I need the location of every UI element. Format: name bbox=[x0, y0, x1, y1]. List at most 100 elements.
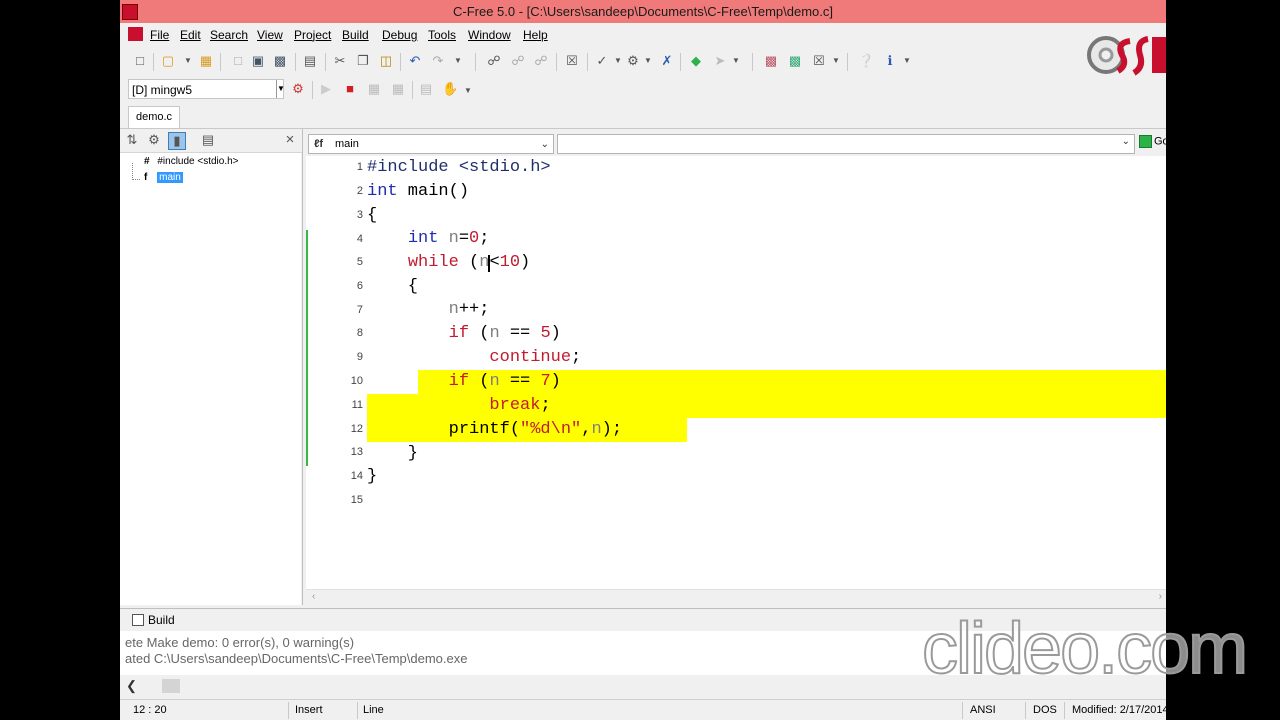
function-icon: ℓf bbox=[314, 138, 324, 150]
line-number: 15 bbox=[350, 494, 363, 506]
comment-dropdown-icon[interactable]: ▼ bbox=[640, 53, 656, 69]
toolbar-separator bbox=[587, 53, 588, 71]
info-dropdown-icon[interactable]: ▼ bbox=[899, 53, 915, 69]
filter-icon[interactable]: ⚙ bbox=[146, 132, 162, 148]
step-over-icon[interactable]: ▦ bbox=[390, 81, 406, 97]
menu-bar: File Edit Search View Project Build Debu… bbox=[120, 23, 1166, 47]
find-prev-icon[interactable]: ☍ bbox=[533, 53, 549, 69]
go-button[interactable]: Go bbox=[1139, 135, 1166, 153]
build-output-line: ete Make demo: 0 error(s), 0 warning(s) bbox=[125, 635, 355, 650]
class-view-icon[interactable]: ▮ bbox=[168, 132, 186, 150]
step-icon[interactable]: ▦ bbox=[366, 81, 382, 97]
status-separator bbox=[962, 702, 963, 719]
find-icon[interactable]: ☍ bbox=[486, 53, 502, 69]
open-project-icon[interactable]: ▦ bbox=[198, 53, 214, 69]
cursor-position: 12 : 20 bbox=[133, 704, 167, 716]
undo-icon[interactable]: ↶ bbox=[407, 53, 423, 69]
code-line: printf("%d\n",n); bbox=[367, 420, 623, 439]
code-line: } bbox=[367, 444, 419, 463]
compiler-select-value: [D] mingw5 bbox=[132, 83, 193, 97]
close-file-icon[interactable]: □ bbox=[230, 53, 246, 69]
mdi-icon[interactable] bbox=[128, 27, 143, 41]
chevron-down-icon[interactable]: ▼ bbox=[276, 80, 285, 98]
status-separator bbox=[1064, 702, 1065, 719]
compiler-select[interactable]: [D] mingw5 ▼ bbox=[128, 79, 285, 99]
menu-debug[interactable]: Debug bbox=[382, 28, 417, 42]
scroll-right-icon[interactable]: › bbox=[1159, 591, 1162, 602]
copy-icon[interactable]: ❐ bbox=[355, 53, 371, 69]
menu-help[interactable]: Help bbox=[523, 28, 548, 42]
open-folder-icon[interactable]: ▢ bbox=[160, 53, 176, 69]
paste-icon[interactable]: ◫ bbox=[378, 53, 394, 69]
menu-window[interactable]: Window bbox=[468, 28, 511, 42]
tab-demo-c[interactable]: demo.c bbox=[128, 106, 180, 128]
build-panel-title[interactable]: Build bbox=[148, 613, 175, 627]
cut-icon[interactable]: ✂ bbox=[332, 53, 348, 69]
replace-icon[interactable]: ☒ bbox=[564, 53, 580, 69]
toolbar-separator bbox=[312, 81, 313, 99]
debug-dropdown-icon[interactable]: ▼ bbox=[460, 83, 476, 99]
save-all-icon[interactable]: ▩ bbox=[272, 53, 288, 69]
function-bar: ℓf main ⌄ ⌄ Go bbox=[306, 132, 1166, 154]
line-number: 11 bbox=[351, 399, 363, 411]
change-marker bbox=[306, 230, 308, 466]
horizontal-scrollbar[interactable]: ‹ › bbox=[306, 589, 1166, 606]
hand-icon[interactable]: ✋ bbox=[442, 81, 458, 97]
clear-icon[interactable]: ☒ bbox=[811, 53, 827, 69]
menu-search[interactable]: Search bbox=[210, 28, 248, 42]
compile-icon[interactable]: ◆ bbox=[688, 53, 704, 69]
scroll-left-icon[interactable]: ❮ bbox=[126, 678, 137, 694]
menu-view[interactable]: View bbox=[257, 28, 283, 42]
menu-file[interactable]: File bbox=[150, 28, 169, 42]
menu-build[interactable]: Build bbox=[342, 28, 369, 42]
open-dropdown-icon[interactable]: ▼ bbox=[180, 53, 196, 69]
scroll-left-icon[interactable]: ‹ bbox=[312, 591, 315, 602]
line-number: 4 bbox=[356, 233, 363, 245]
print-icon[interactable]: ▤ bbox=[302, 53, 318, 69]
scrollbar-thumb[interactable] bbox=[162, 679, 180, 693]
code-line: n++; bbox=[448, 300, 490, 319]
toolbar-separator bbox=[153, 53, 154, 71]
watch-icon[interactable]: ▤ bbox=[418, 81, 434, 97]
bookmark-dropdown-icon[interactable]: ▼ bbox=[610, 53, 626, 69]
redo-icon[interactable]: ↷ bbox=[430, 53, 446, 69]
info-icon[interactable]: ℹ bbox=[882, 53, 898, 69]
run-dropdown-icon[interactable]: ▼ bbox=[728, 53, 744, 69]
sort-icon[interactable]: ⇅ bbox=[124, 132, 140, 148]
file-tab-bar: demo.c bbox=[120, 103, 1166, 129]
close-icon[interactable]: × bbox=[282, 132, 298, 148]
symbol-select[interactable]: ⌄ bbox=[557, 134, 1135, 154]
redo-dropdown-icon[interactable]: ▼ bbox=[450, 53, 466, 69]
menu-project[interactable]: Project bbox=[294, 28, 331, 42]
compiler-settings-icon[interactable]: ⚙ bbox=[290, 81, 306, 97]
chevron-down-icon[interactable]: ⌄ bbox=[541, 136, 549, 154]
status-separator bbox=[288, 702, 289, 719]
line-number: 1 bbox=[356, 161, 363, 173]
format-icon[interactable]: ✗ bbox=[659, 53, 675, 69]
tree-item-include[interactable]: # #include <stdio.h> bbox=[144, 156, 239, 167]
line-number: 12 bbox=[350, 423, 363, 435]
code-line: { bbox=[367, 206, 378, 225]
tree-item-main[interactable]: f main bbox=[144, 172, 183, 183]
menu-edit[interactable]: Edit bbox=[180, 28, 201, 42]
line-endings: DOS bbox=[1033, 704, 1057, 716]
bookmark-icon[interactable]: ✓ bbox=[594, 53, 610, 69]
new-file-icon[interactable]: □ bbox=[132, 53, 148, 69]
file-view-icon[interactable]: ▤ bbox=[200, 132, 216, 148]
save-icon[interactable]: ▣ bbox=[250, 53, 266, 69]
menu-tools[interactable]: Tools bbox=[428, 28, 456, 42]
help-icon[interactable]: ❔ bbox=[858, 53, 874, 69]
code-line: } bbox=[367, 467, 378, 486]
clear-dropdown-icon[interactable]: ▼ bbox=[828, 53, 844, 69]
paste-file-icon[interactable]: ▩ bbox=[787, 53, 803, 69]
function-select[interactable]: ℓf main ⌄ bbox=[308, 134, 554, 154]
find-next-icon[interactable]: ☍ bbox=[510, 53, 526, 69]
toggle-comment-icon[interactable]: ⚙ bbox=[625, 53, 641, 69]
run-icon[interactable]: ➤ bbox=[712, 53, 728, 69]
build-output-line: ated C:\Users\sandeep\Documents\C-Free\T… bbox=[125, 651, 468, 666]
copy-file-icon[interactable]: ▩ bbox=[763, 53, 779, 69]
debug-run-icon[interactable]: ▶ bbox=[318, 81, 334, 97]
stop-icon[interactable]: ■ bbox=[342, 81, 358, 97]
chevron-down-icon[interactable]: ⌄ bbox=[1122, 136, 1130, 147]
code-area[interactable]: 1 2 3 4 5 6 7 8 9 10 11 12 13 14 15 #inc… bbox=[306, 156, 1166, 596]
